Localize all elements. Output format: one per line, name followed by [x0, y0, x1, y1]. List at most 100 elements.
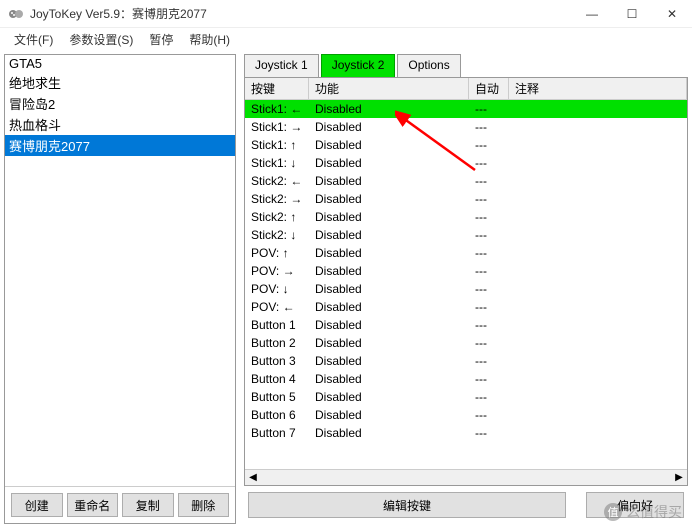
cell-auto: ---: [469, 336, 509, 350]
table-row[interactable]: POV: ↓Disabled---: [245, 280, 687, 298]
cell-auto: ---: [469, 300, 509, 314]
table-row[interactable]: Stick2: ↑Disabled---: [245, 208, 687, 226]
mapping-area: 按键 功能 自动 注释 Stick1: ←Disabled---Stick1: …: [244, 77, 688, 486]
table-row[interactable]: POV: ↑Disabled---: [245, 244, 687, 262]
tab[interactable]: Joystick 1: [244, 54, 319, 78]
copy-button[interactable]: 复制: [122, 493, 174, 517]
table-row[interactable]: POV: →Disabled---: [245, 262, 687, 280]
menu-help[interactable]: 帮助(H): [181, 29, 238, 50]
scroll-left-icon[interactable]: ◀: [245, 470, 261, 486]
preferences-button[interactable]: 偏向好: [586, 492, 684, 518]
mapping-panel: Joystick 1Joystick 2Options 按键 功能 自动 注释 …: [244, 54, 688, 524]
table-row[interactable]: Stick1: ←Disabled---: [245, 100, 687, 118]
cell-auto: ---: [469, 192, 509, 206]
close-button[interactable]: ✕: [652, 0, 692, 27]
cell-auto: ---: [469, 426, 509, 440]
menu-pause[interactable]: 暂停: [141, 29, 181, 50]
cell-button: Button 3: [245, 354, 309, 368]
profile-panel: GTA5绝地求生冒险岛2热血格斗赛博朋克2077 创建 重命名 复制 删除: [4, 54, 236, 524]
rename-button[interactable]: 重命名: [67, 493, 119, 517]
menu-file[interactable]: 文件(F): [6, 29, 61, 50]
table-row[interactable]: Button 7Disabled---: [245, 424, 687, 442]
minimize-button[interactable]: —: [572, 0, 612, 27]
cell-button: Button 6: [245, 408, 309, 422]
col-auto[interactable]: 自动: [469, 78, 509, 99]
table-row[interactable]: Button 1Disabled---: [245, 316, 687, 334]
create-button[interactable]: 创建: [11, 493, 63, 517]
cell-function: Disabled: [309, 282, 469, 296]
cell-button: Button 1: [245, 318, 309, 332]
tab-strip: Joystick 1Joystick 2Options: [244, 54, 688, 78]
col-function[interactable]: 功能: [309, 78, 469, 99]
cell-button: Stick1: →: [245, 120, 309, 134]
scroll-right-icon[interactable]: ▶: [671, 470, 687, 486]
content-area: GTA5绝地求生冒险岛2热血格斗赛博朋克2077 创建 重命名 复制 删除 Jo…: [0, 50, 692, 528]
cell-function: Disabled: [309, 102, 469, 116]
table-row[interactable]: Stick1: ↓Disabled---: [245, 154, 687, 172]
profile-list[interactable]: GTA5绝地求生冒险岛2热血格斗赛博朋克2077: [5, 55, 235, 486]
cell-function: Disabled: [309, 246, 469, 260]
table-row[interactable]: Button 4Disabled---: [245, 370, 687, 388]
cell-auto: ---: [469, 246, 509, 260]
col-button[interactable]: 按键: [245, 78, 309, 99]
cell-button: Stick1: ↑: [245, 138, 309, 152]
cell-function: Disabled: [309, 408, 469, 422]
cell-function: Disabled: [309, 210, 469, 224]
table-row[interactable]: Stick2: ←Disabled---: [245, 172, 687, 190]
titlebar: JoyToKey Ver5.9：赛博朋克2077 — ☐ ✕: [0, 0, 692, 28]
cell-auto: ---: [469, 390, 509, 404]
cell-button: Stick1: ↓: [245, 156, 309, 170]
profile-item[interactable]: GTA5: [5, 55, 235, 72]
table-row[interactable]: Stick1: →Disabled---: [245, 118, 687, 136]
table-row[interactable]: Button 2Disabled---: [245, 334, 687, 352]
table-row[interactable]: Button 3Disabled---: [245, 352, 687, 370]
profile-item[interactable]: 冒险岛2: [5, 93, 235, 114]
tab[interactable]: Options: [397, 54, 460, 78]
profile-item[interactable]: 绝地求生: [5, 72, 235, 93]
app-icon: [8, 6, 24, 22]
cell-function: Disabled: [309, 300, 469, 314]
tab[interactable]: Joystick 2: [321, 54, 396, 78]
cell-function: Disabled: [309, 426, 469, 440]
cell-auto: ---: [469, 264, 509, 278]
cell-function: Disabled: [309, 264, 469, 278]
table-row[interactable]: Button 6Disabled---: [245, 406, 687, 424]
delete-button[interactable]: 删除: [178, 493, 230, 517]
cell-button: Button 4: [245, 372, 309, 386]
table-row[interactable]: POV: ←Disabled---: [245, 298, 687, 316]
horizontal-scrollbar[interactable]: ◀ ▶: [245, 469, 687, 485]
profile-buttons: 创建 重命名 复制 删除: [5, 486, 235, 523]
cell-function: Disabled: [309, 318, 469, 332]
cell-function: Disabled: [309, 354, 469, 368]
cell-auto: ---: [469, 138, 509, 152]
maximize-button[interactable]: ☐: [612, 0, 652, 27]
cell-auto: ---: [469, 354, 509, 368]
cell-auto: ---: [469, 210, 509, 224]
cell-auto: ---: [469, 120, 509, 134]
table-row[interactable]: Stick2: →Disabled---: [245, 190, 687, 208]
cell-button: Button 2: [245, 336, 309, 350]
menu-settings[interactable]: 参数设置(S): [61, 29, 141, 50]
cell-function: Disabled: [309, 336, 469, 350]
col-note[interactable]: 注释: [509, 78, 687, 99]
cell-button: POV: →: [245, 264, 309, 278]
table-row[interactable]: Button 5Disabled---: [245, 388, 687, 406]
cell-button: Stick2: ↑: [245, 210, 309, 224]
profile-item[interactable]: 热血格斗: [5, 114, 235, 135]
table-header: 按键 功能 自动 注释: [245, 78, 687, 100]
cell-function: Disabled: [309, 372, 469, 386]
profile-item[interactable]: 赛博朋克2077: [5, 135, 235, 156]
cell-button: Stick2: ←: [245, 174, 309, 188]
cell-button: POV: ←: [245, 300, 309, 314]
cell-auto: ---: [469, 174, 509, 188]
cell-auto: ---: [469, 372, 509, 386]
cell-auto: ---: [469, 102, 509, 116]
window-title: JoyToKey Ver5.9：赛博朋克2077: [30, 5, 572, 22]
table-row[interactable]: Stick2: ↓Disabled---: [245, 226, 687, 244]
mapping-table-body[interactable]: Stick1: ←Disabled---Stick1: →Disabled---…: [245, 100, 687, 469]
table-row[interactable]: Stick1: ↑Disabled---: [245, 136, 687, 154]
cell-button: Stick1: ←: [245, 102, 309, 116]
cell-auto: ---: [469, 408, 509, 422]
cell-function: Disabled: [309, 138, 469, 152]
edit-button[interactable]: 编辑按键: [248, 492, 566, 518]
